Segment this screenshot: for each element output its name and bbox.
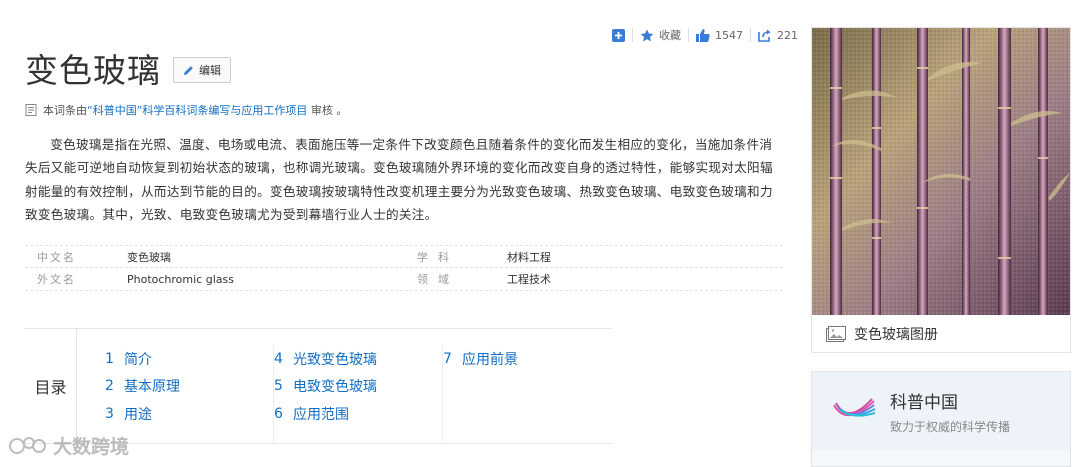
add-button[interactable] <box>612 28 625 42</box>
info-key: 中文名 <box>37 250 76 264</box>
collect-label: 收藏 <box>659 29 681 42</box>
share-icon <box>758 29 772 42</box>
catalog-num: 3 <box>105 405 114 422</box>
catalog-item[interactable]: 4 光致变色玻璃 <box>274 345 442 373</box>
star-icon <box>640 29 654 42</box>
like-button[interactable]: 1547 <box>696 28 743 42</box>
document-icon <box>25 104 37 116</box>
summary-paragraph: 变色玻璃是指在光照、温度、电场或电流、表面施压等一定条件下改变颜色且随着条件的变… <box>25 137 773 222</box>
info-value: 工程技术 <box>507 273 551 286</box>
edit-button[interactable]: 编辑 <box>173 57 231 83</box>
info-key: 领域 <box>417 273 459 286</box>
page-title: 变色玻璃 <box>25 51 161 90</box>
watermark: 大数跨境 <box>8 432 129 459</box>
divider <box>750 28 751 42</box>
kepu-banner: 科普中国 致力于权威的科学传播 <box>812 372 1070 450</box>
catalog-column: 4 光致变色玻璃 5 电致变色玻璃 6 应用范围 <box>274 345 443 443</box>
kepu-logo-icon <box>832 397 876 425</box>
kepu-card[interactable]: 科普中国 致力于权威的科学传播 <box>811 371 1071 467</box>
review-text: 本词条由“科普中国”科学百科词条编写与应用工作项目 审核 。 <box>43 102 347 118</box>
info-value: Photochromic glass <box>127 272 234 286</box>
edit-label: 编辑 <box>199 64 221 77</box>
info-row: 外文名 Photochromic glass 领域 工程技术 <box>25 268 783 291</box>
album-label: 变色玻璃图册 <box>854 326 938 343</box>
catalog-item[interactable]: 1 简介 <box>105 345 273 373</box>
bamboo-glass-image[interactable] <box>812 28 1070 315</box>
review-suffix: 审核 。 <box>307 104 348 117</box>
catalog-column: 7 应用前景 <box>443 345 612 443</box>
catalog-item[interactable]: 6 应用范围 <box>274 400 442 428</box>
catalog-num: 6 <box>274 405 283 422</box>
catalog-item[interactable]: 7 应用前景 <box>443 345 612 373</box>
kepu-slogan: 致力于权威的科学传播 <box>890 419 1011 434</box>
divider <box>688 28 689 42</box>
catalog-column: 1 简介 2 基本原理 3 用途 <box>105 345 274 443</box>
plus-square-icon <box>612 28 625 42</box>
like-count: 1547 <box>715 28 743 42</box>
catalog-item[interactable]: 5 电致变色玻璃 <box>274 373 442 401</box>
catalog: 目录 1 简介 2 基本原理 3 用途 4 光致变色玻璃 5 电致变色玻璃 6 应用范围 7… <box>25 328 612 444</box>
title-row: 变色玻璃 编辑 <box>25 44 231 92</box>
info-value: 材料工程 <box>507 250 551 264</box>
kepu-text: 科普中国 致力于权威的科学传播 <box>890 388 1010 435</box>
basic-info: 中文名 变色玻璃 学科 材料工程 外文名 Photochromic glass … <box>25 245 783 291</box>
review-link[interactable]: “科普中国”科学百科词条编写与应用工作项目 <box>87 104 307 117</box>
share-button[interactable]: 221 <box>758 29 798 42</box>
review-note: 本词条由“科普中国”科学百科词条编写与应用工作项目 审核 。 <box>25 102 347 118</box>
catalog-label: 用途 <box>124 406 152 423</box>
divider <box>632 28 633 42</box>
catalog-label: 应用范围 <box>293 406 349 423</box>
info-row: 中文名 变色玻璃 学科 材料工程 <box>25 245 783 268</box>
action-bar: 收藏 1547 221 <box>612 26 798 44</box>
collect-button[interactable]: 收藏 <box>640 27 681 43</box>
pencil-icon <box>183 65 194 76</box>
kepu-name: 科普中国 <box>890 392 958 413</box>
watermark-text: 大数跨境 <box>53 436 130 458</box>
catalog-num: 5 <box>274 378 283 395</box>
info-value: 变色玻璃 <box>127 250 171 264</box>
catalog-item[interactable]: 2 基本原理 <box>105 373 273 401</box>
catalog-item[interactable]: 3 用途 <box>105 400 273 428</box>
catalog-num: 4 <box>274 350 283 367</box>
image-album[interactable]: 变色玻璃图册 <box>811 27 1071 353</box>
image-icon <box>826 325 846 342</box>
catalog-label: 应用前景 <box>462 351 518 368</box>
share-count: 221 <box>777 28 798 42</box>
catalog-title: 目录 <box>25 329 77 443</box>
catalog-columns: 1 简介 2 基本原理 3 用途 4 光致变色玻璃 5 电致变色玻璃 6 应用范围 7 应用前… <box>77 329 612 443</box>
catalog-num: 1 <box>105 350 114 367</box>
watermark-logo-icon <box>8 435 48 457</box>
catalog-label: 光致变色玻璃 <box>293 351 377 368</box>
catalog-label: 电致变色玻璃 <box>293 379 377 396</box>
album-link[interactable]: 变色玻璃图册 <box>812 315 1070 352</box>
catalog-label: 基本原理 <box>124 379 180 396</box>
info-key: 学科 <box>417 250 459 264</box>
catalog-num: 7 <box>443 350 452 367</box>
info-key: 外文名 <box>37 273 76 286</box>
catalog-label: 简介 <box>124 351 152 368</box>
catalog-num: 2 <box>105 378 114 395</box>
review-prefix: 本词条由 <box>43 104 87 117</box>
thumbs-up-icon <box>696 28 710 42</box>
